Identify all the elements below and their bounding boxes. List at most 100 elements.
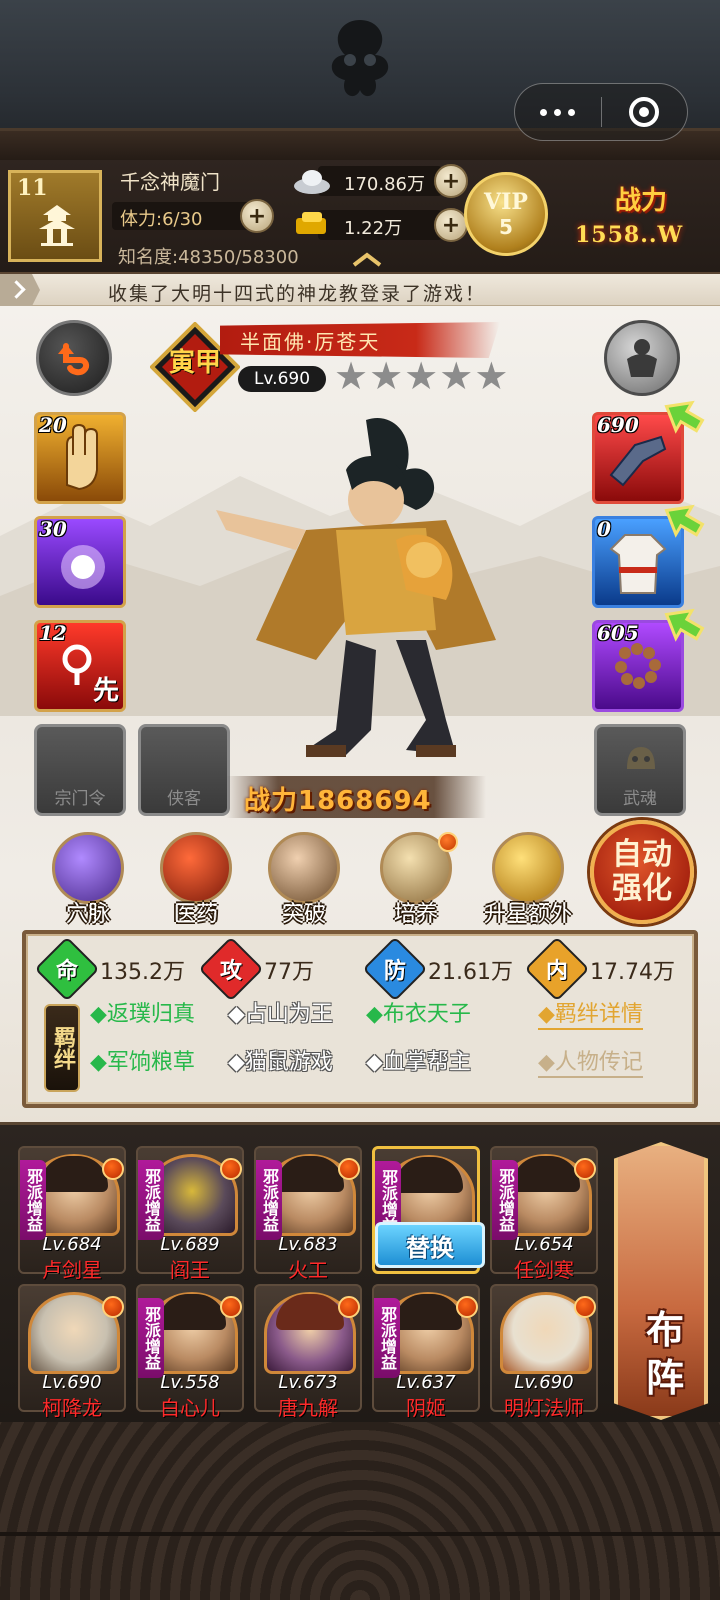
- medicine-label: 医药: [173, 902, 218, 927]
- hero-level: Lv.654: [514, 1234, 574, 1255]
- hero-level: Lv.673: [278, 1372, 338, 1393]
- hero-card[interactable]: 邪派增益 Lv.689 阎王: [136, 1146, 244, 1282]
- power-label: 战力: [615, 186, 668, 216]
- notification-dot: [574, 1296, 596, 1318]
- upgrade-arrow-icon[interactable]: [660, 604, 706, 644]
- martial-soul-slot[interactable]: 武魂: [594, 724, 686, 816]
- hero-card[interactable]: Lv.690 柯降龙: [18, 1284, 126, 1420]
- sect-token-label: 宗门令: [54, 789, 106, 809]
- hero-card[interactable]: 邪派增益 Lv.683 火工: [254, 1146, 362, 1282]
- expand-chevron-icon[interactable]: [350, 251, 384, 269]
- breakthrough-icon: [268, 832, 340, 904]
- evil-sect-buff-tag: 邪派增益: [20, 1160, 46, 1240]
- life-label: 命: [55, 959, 78, 984]
- formation-button[interactable]: 布阵: [614, 1142, 708, 1420]
- close-miniprogram-button[interactable]: [602, 97, 688, 127]
- bottom-wave-pattern: [0, 1422, 720, 1600]
- star-icon: ★: [404, 354, 439, 398]
- cultivate-label: 培养: [393, 902, 438, 927]
- retainer-slot[interactable]: 侠客: [138, 724, 230, 816]
- speaker-icon: [0, 274, 40, 306]
- notification-dot: [438, 832, 458, 852]
- acupoint-icon: [52, 832, 124, 904]
- attack-label: 攻: [219, 959, 242, 984]
- stats-panel: 命 135.2万 攻 77万 防 21.61万 内 17.74万 羁绊 ◆返璞归…: [22, 930, 698, 1108]
- return-arrow-icon: [58, 343, 90, 376]
- breakthrough-label: 突破: [281, 902, 326, 927]
- golden-armor-icon: [492, 832, 564, 904]
- evil-sect-buff-tag: 邪派增益: [256, 1160, 282, 1240]
- swap-button[interactable]: 替换: [375, 1222, 485, 1268]
- bond-details-link[interactable]: ◆羁绊详情: [538, 996, 643, 1030]
- gold-ingot-icon: [296, 212, 326, 234]
- top-power-display[interactable]: 战力 1558..W: [575, 172, 715, 262]
- medicine-button[interactable]: 医药: [152, 832, 240, 932]
- equip-count: 605: [597, 621, 639, 645]
- skill-slot-first-strike[interactable]: 12 先: [34, 620, 126, 712]
- hero-name: 阴姬: [406, 1396, 446, 1420]
- notification-dot: [338, 1158, 360, 1180]
- pagoda-icon: [39, 205, 75, 246]
- helmet-icon: [627, 747, 655, 769]
- cloud-ornament-icon: [331, 20, 389, 97]
- more-options-button[interactable]: [515, 108, 601, 116]
- add-silver-button[interactable]: +: [434, 164, 468, 198]
- evil-sect-buff-tag: 邪派增益: [492, 1160, 518, 1240]
- defense-value: 21.61万: [428, 960, 513, 985]
- hero-card[interactable]: Lv.690 明灯法师: [490, 1284, 598, 1420]
- character-name: 半面佛·厉苍天: [240, 330, 381, 354]
- notification-dot: [574, 1158, 596, 1180]
- star-up-extra-button[interactable]: 升星额外: [484, 832, 572, 932]
- plus-icon: +: [441, 212, 461, 238]
- notification-dot: [220, 1296, 242, 1318]
- add-stamina-button[interactable]: +: [240, 199, 274, 233]
- plus-icon: +: [247, 203, 267, 229]
- upgrade-arrow-icon[interactable]: [660, 396, 706, 436]
- character-power: 战力1868694: [226, 776, 486, 818]
- auto-strengthen-button[interactable]: 自动强化: [590, 820, 694, 924]
- star-icon: ★: [439, 354, 474, 398]
- bond-item: ◆返璞归真: [90, 1002, 195, 1027]
- announcement-text: 收集了大明十四式的神龙教登录了游戏！: [108, 283, 487, 305]
- bond-tag-text: 羁绊: [50, 1026, 75, 1070]
- hero-card[interactable]: 邪派增益 Lv.637 阴姬: [372, 1284, 480, 1420]
- hero-card[interactable]: 邪派增益 Lv.654 任剑寒: [490, 1146, 598, 1282]
- character-bio-link[interactable]: ◆人物传记: [538, 1044, 643, 1078]
- armor-icon: [627, 339, 657, 377]
- acupoint-button[interactable]: 穴脉: [44, 832, 132, 932]
- hero-card[interactable]: Lv.673 唐九解: [254, 1284, 362, 1420]
- notification-dot: [220, 1158, 242, 1180]
- silver-value: 170.86万: [344, 174, 425, 195]
- skill-slot-purple-fist[interactable]: 30: [34, 516, 126, 608]
- notification-dot: [102, 1158, 124, 1180]
- hero-level: Lv.558: [160, 1372, 220, 1393]
- life-value: 135.2万: [100, 960, 185, 985]
- hero-level: Lv.690: [42, 1372, 102, 1393]
- add-gold-button[interactable]: +: [434, 208, 468, 242]
- bond-tag: 羁绊: [44, 1004, 80, 1092]
- hero-card[interactable]: 邪派增益 Lv.684 卢剑星: [18, 1146, 126, 1282]
- lingzhi-icon: [160, 832, 232, 904]
- fame-label: 知名度:48350/58300: [118, 247, 299, 268]
- upgrade-arrow-icon[interactable]: [660, 500, 706, 540]
- hero-card[interactable]: 邪派增益 Lv.558 白心儿: [136, 1284, 244, 1420]
- hero-name: 唐九解: [278, 1396, 338, 1420]
- breakthrough-button[interactable]: 突破: [260, 832, 348, 932]
- skill-count: 30: [39, 517, 67, 541]
- evil-sect-buff-tag: 邪派增益: [138, 1298, 164, 1378]
- inner-label: 内: [545, 959, 568, 984]
- equip-count: 690: [597, 413, 639, 437]
- skill-count: 12: [39, 621, 67, 645]
- back-button[interactable]: [36, 320, 112, 396]
- sect-name: 千念神魔门: [120, 170, 220, 194]
- skill-slot-palm[interactable]: 20: [34, 412, 126, 504]
- sect-level-box[interactable]: 11: [8, 170, 102, 262]
- notification-dot: [456, 1296, 478, 1318]
- character-power-value: 战力1868694: [244, 786, 432, 816]
- bond-item: ◆猫鼠游戏: [228, 1050, 333, 1075]
- cultivate-button[interactable]: 培养: [372, 832, 460, 932]
- power-value: 1558..W: [575, 222, 684, 248]
- armor-button[interactable]: [604, 320, 680, 396]
- vip-badge[interactable]: VIP 5: [464, 172, 548, 256]
- sect-token-slot[interactable]: 宗门令: [34, 724, 126, 816]
